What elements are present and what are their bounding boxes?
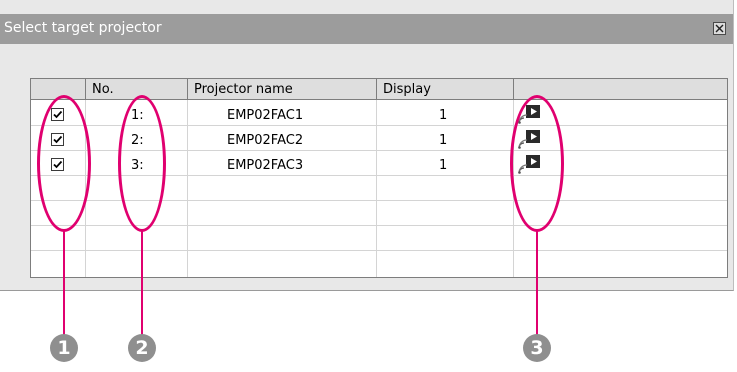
column-header-display[interactable]: Display bbox=[377, 79, 514, 100]
select-target-projector-window: Select target projector No. Projector na… bbox=[0, 0, 734, 291]
callout-marker-1: 1 bbox=[50, 334, 78, 362]
projector-name-1: EMP02FAC1 bbox=[227, 108, 304, 123]
callout-marker-2: 2 bbox=[128, 334, 156, 362]
display-number-2: 1 bbox=[439, 133, 448, 148]
highlight-ring-checkboxes bbox=[37, 95, 91, 232]
projector-name-3: EMP02FAC3 bbox=[227, 158, 304, 173]
grid-line bbox=[31, 250, 727, 251]
callout-leader-line bbox=[536, 231, 538, 335]
projector-name-2: EMP02FAC2 bbox=[227, 133, 304, 148]
title-bar: Select target projector bbox=[0, 14, 733, 44]
column-header-status[interactable] bbox=[514, 79, 727, 100]
display-number-3: 1 bbox=[439, 158, 448, 173]
callout-leader-line bbox=[141, 231, 143, 335]
callout-leader-line bbox=[63, 231, 65, 335]
window-title: Select target projector bbox=[4, 20, 162, 36]
callout-marker-3: 3 bbox=[523, 334, 551, 362]
column-header-projector-name[interactable]: Projector name bbox=[188, 79, 377, 100]
close-icon[interactable] bbox=[713, 22, 726, 35]
display-number-1: 1 bbox=[439, 108, 448, 123]
highlight-ring-status-icons bbox=[510, 95, 564, 232]
highlight-ring-numbers bbox=[118, 95, 166, 232]
